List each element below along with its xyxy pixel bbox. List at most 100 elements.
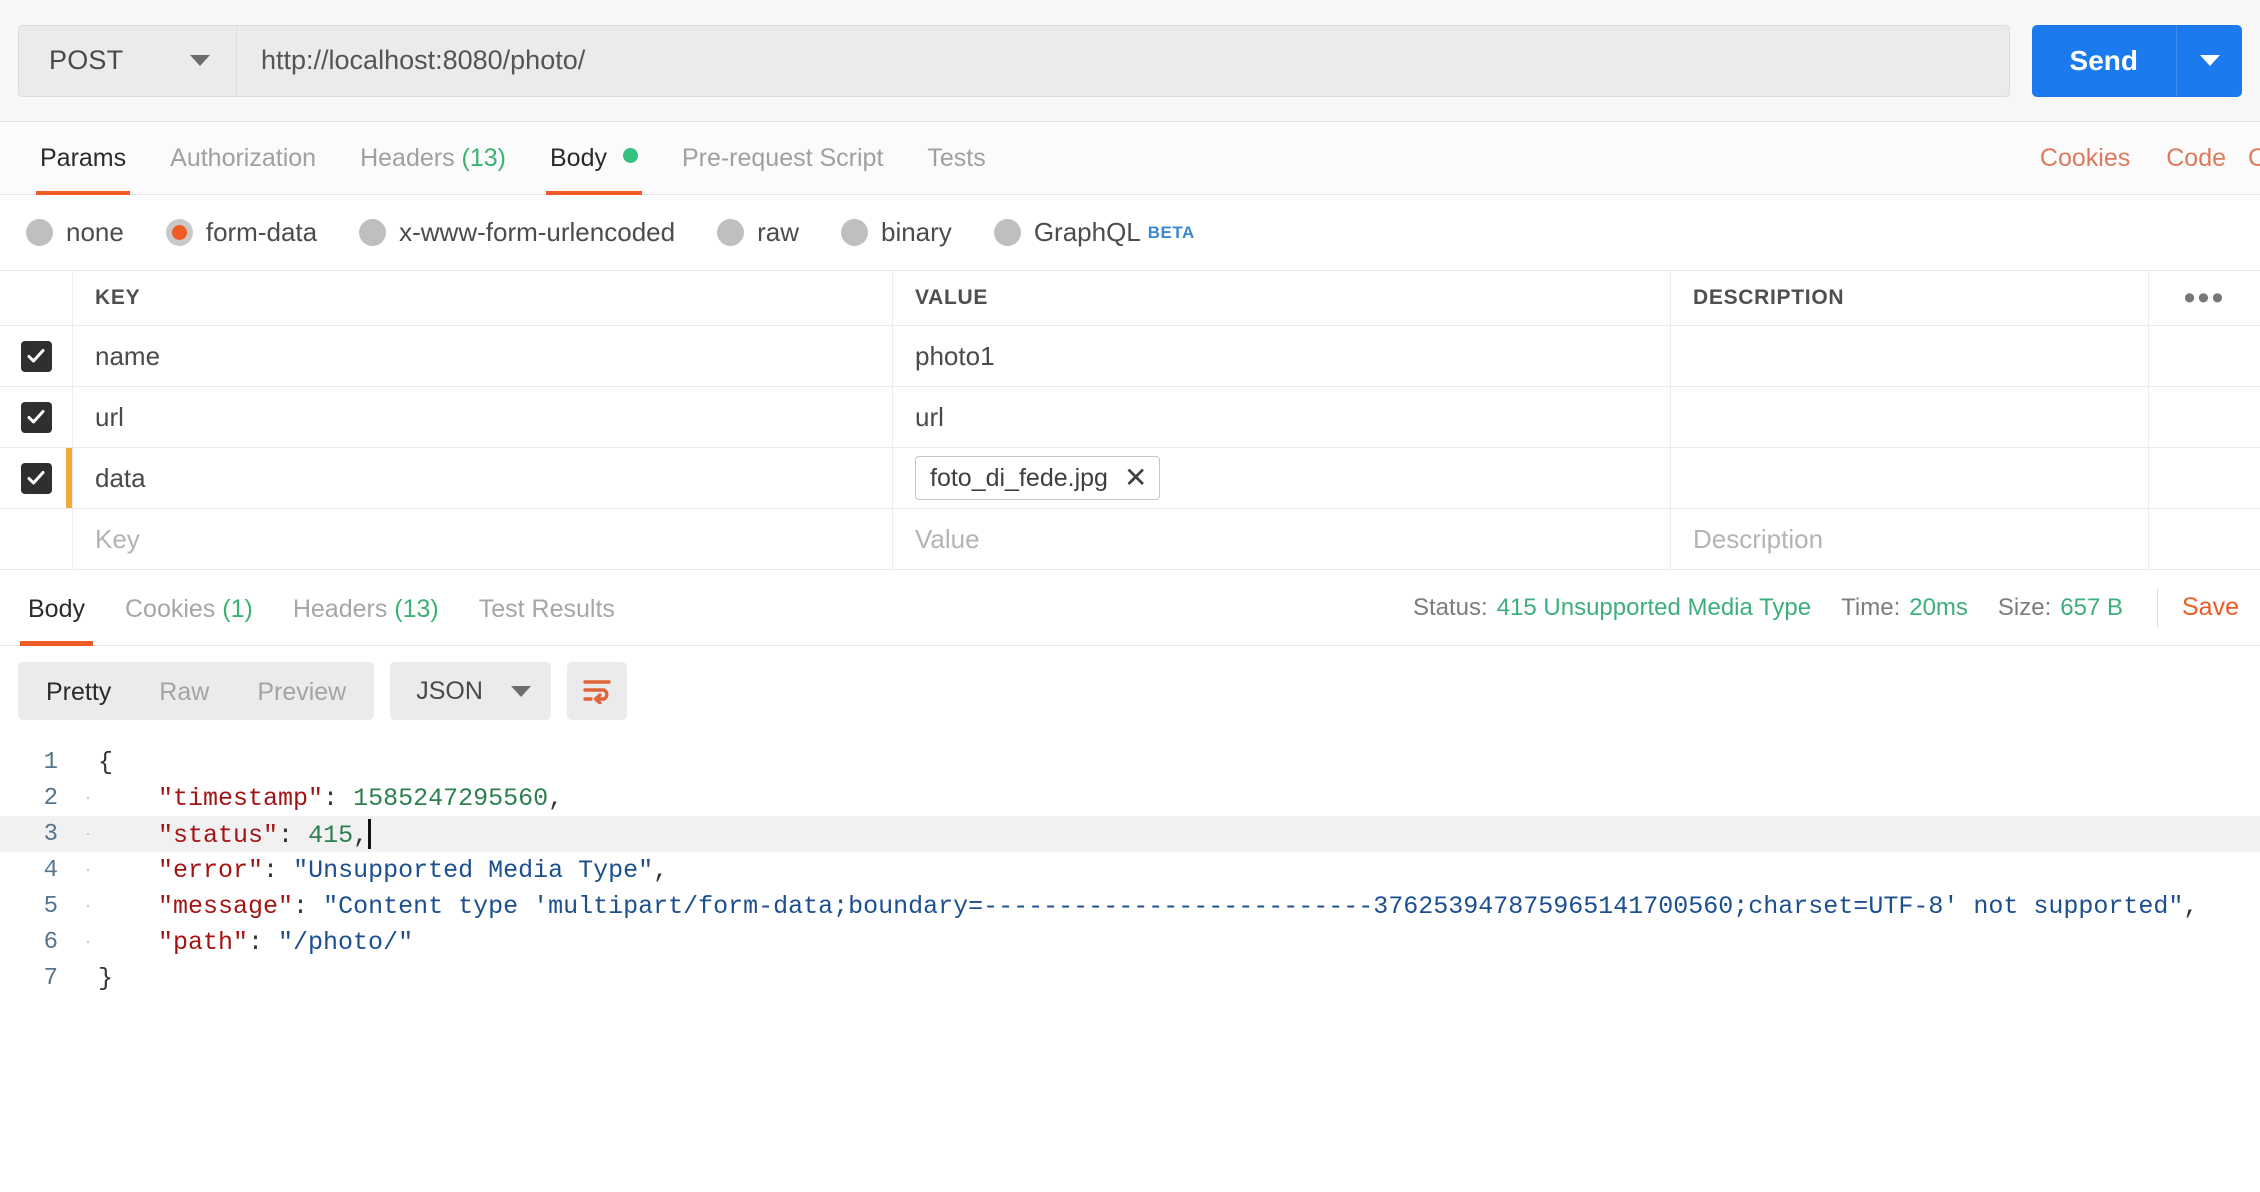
- tab-pre-request-script[interactable]: Pre-request Script: [660, 122, 905, 195]
- close-icon[interactable]: ✕: [1124, 464, 1147, 492]
- request-url-input[interactable]: http://localhost:8080/photo/: [236, 24, 2010, 97]
- table-empty-row: Key Value Description: [0, 509, 2260, 570]
- code-line[interactable]: 3 "status": 415,: [0, 816, 2260, 852]
- tab-count: (13): [461, 143, 506, 172]
- radio-label: form-data: [205, 217, 318, 247]
- radio-label: binary: [880, 217, 952, 247]
- status-badge: 415 Unsupported Media Type: [1496, 593, 1812, 621]
- code-line[interactable]: 4 "error": "Unsupported Media Type",: [0, 852, 2260, 888]
- code-text: "message": "Content type 'multipart/form…: [158, 891, 2199, 921]
- row-description-input[interactable]: [1671, 387, 2148, 447]
- radio-icon: [840, 219, 868, 246]
- row-enabled-checkbox[interactable]: [20, 340, 52, 372]
- tab-tests[interactable]: Tests: [905, 122, 1007, 195]
- file-name: foto_di_fede.jpg: [930, 463, 1108, 492]
- response-tab-headers[interactable]: Headers (13): [273, 570, 459, 646]
- code-line[interactable]: 5 "message": "Content type 'multipart/fo…: [0, 888, 2260, 924]
- body-type-none[interactable]: none: [26, 217, 124, 248]
- row-key-input[interactable]: data: [73, 448, 893, 508]
- form-data-table: KEY VALUE DESCRIPTION ••• name photo1 ur…: [0, 271, 2260, 570]
- tab-label: Authorization: [170, 143, 317, 172]
- line-number: 2: [43, 784, 58, 812]
- wrap-lines-button[interactable]: [566, 662, 627, 720]
- body-type-binary[interactable]: binary: [840, 217, 952, 248]
- beta-badge: BETA: [1147, 222, 1195, 242]
- line-number: 3: [43, 820, 58, 848]
- cookies-link[interactable]: Cookies: [2022, 144, 2148, 173]
- tab-label: Headers: [292, 594, 388, 623]
- row-actions[interactable]: [2148, 448, 2260, 508]
- row-value-input[interactable]: url: [893, 387, 1671, 447]
- response-format-select[interactable]: JSON: [390, 662, 551, 720]
- radio-label: raw: [757, 217, 799, 247]
- code-line[interactable]: 1{: [0, 744, 2260, 780]
- response-tab-cookies[interactable]: Cookies (1): [105, 570, 273, 646]
- row-key-input[interactable]: name: [73, 326, 893, 386]
- code-link[interactable]: Code: [2148, 144, 2244, 173]
- response-body-code[interactable]: 1{2 "timestamp": 1585247295560, 3 "status…: [0, 736, 2260, 996]
- row-actions[interactable]: [2148, 509, 2260, 569]
- header-description: DESCRIPTION: [1693, 286, 1845, 309]
- header-key: KEY: [73, 271, 893, 325]
- tab-label: Headers: [360, 143, 455, 172]
- time-label: Time:: [1841, 593, 1901, 621]
- tab-headers[interactable]: Headers (13): [338, 122, 528, 195]
- body-type-graphql[interactable]: GraphQL BETA: [993, 217, 1195, 248]
- http-method-label: POST: [49, 45, 124, 75]
- text-cursor: [368, 818, 372, 849]
- row-check-cell: [0, 326, 73, 386]
- response-tab-test-results[interactable]: Test Results: [459, 570, 635, 646]
- row-description-input[interactable]: [1671, 448, 2148, 508]
- response-tabs: Body Cookies (1) Headers (13) Test Resul…: [0, 570, 2260, 646]
- file-chip[interactable]: foto_di_fede.jpg ✕: [915, 456, 1161, 500]
- ellipsis-icon: •••: [2183, 279, 2226, 317]
- view-mode-preview[interactable]: Preview: [233, 662, 370, 720]
- code-line[interactable]: 6 "path": "/photo/": [0, 924, 2260, 960]
- new-row-key-input[interactable]: Key: [73, 509, 893, 569]
- tab-params[interactable]: Params: [18, 122, 148, 195]
- row-value-input[interactable]: photo1: [893, 326, 1671, 386]
- body-type-form-data[interactable]: form-data: [165, 217, 318, 248]
- request-tabs: Params Authorization Headers (13) Body P…: [0, 122, 2260, 195]
- row-enabled-checkbox[interactable]: [20, 401, 52, 433]
- radio-icon: [993, 219, 1021, 246]
- table-row: url url: [0, 387, 2260, 448]
- new-row-value-input[interactable]: Value: [893, 509, 1671, 569]
- request-url-bar: POST http://localhost:8080/photo/ Send: [0, 0, 2260, 122]
- tab-label: Tests: [927, 143, 986, 172]
- code-text: "error": "Unsupported Media Type",: [158, 855, 669, 885]
- radio-label: GraphQL: [1033, 217, 1141, 247]
- tab-label: Body: [550, 143, 607, 172]
- comments-icon[interactable]: C: [2244, 144, 2260, 173]
- line-number: 6: [43, 928, 58, 956]
- new-row-description-input[interactable]: Description: [1671, 509, 2148, 569]
- body-type-raw[interactable]: raw: [717, 217, 799, 248]
- table-row: name photo1: [0, 326, 2260, 387]
- view-mode-raw[interactable]: Raw: [135, 662, 233, 720]
- send-button[interactable]: Send: [2031, 24, 2176, 97]
- tab-label: Test Results: [478, 594, 615, 623]
- chevron-down-icon: [510, 685, 531, 697]
- send-options-button[interactable]: [2176, 24, 2242, 97]
- row-actions[interactable]: [2148, 326, 2260, 386]
- bulk-edit-menu-button[interactable]: •••: [2148, 271, 2260, 325]
- save-response-button[interactable]: Save: [2182, 593, 2260, 622]
- body-present-dot-icon: [622, 147, 638, 163]
- row-check-cell: [0, 387, 73, 447]
- http-method-select[interactable]: POST: [18, 24, 236, 97]
- row-key-input[interactable]: url: [73, 387, 893, 447]
- tab-body[interactable]: Body: [528, 122, 660, 195]
- view-mode-pretty[interactable]: Pretty: [22, 662, 135, 720]
- row-enabled-checkbox[interactable]: [20, 462, 52, 494]
- response-tab-body[interactable]: Body: [8, 570, 105, 646]
- radio-icon: [359, 219, 387, 246]
- row-description-input[interactable]: [1671, 326, 2148, 386]
- code-line[interactable]: 7}: [0, 960, 2260, 996]
- size-label: Size:: [1997, 593, 2052, 621]
- view-mode-group: Pretty Raw Preview: [18, 662, 375, 720]
- tab-authorization[interactable]: Authorization: [148, 122, 338, 195]
- code-line[interactable]: 2 "timestamp": 1585247295560,: [0, 780, 2260, 816]
- table-header-row: KEY VALUE DESCRIPTION •••: [0, 271, 2260, 326]
- row-actions[interactable]: [2148, 387, 2260, 447]
- body-type-urlencoded[interactable]: x-www-form-urlencoded: [359, 217, 675, 248]
